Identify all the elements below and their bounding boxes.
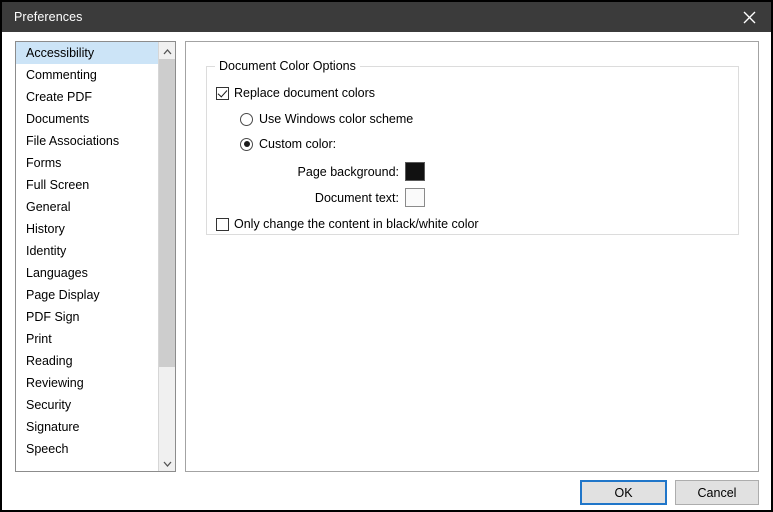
scroll-up-button[interactable] [159,42,175,59]
black-white-only-row[interactable]: Only change the content in black/white c… [216,217,479,231]
settings-panel: Document Color Options Replace document … [185,41,759,472]
black-white-only-checkbox[interactable] [216,217,229,231]
sidebar-scrollbar[interactable] [158,42,175,471]
sidebar-item-file-associations[interactable]: File Associations [16,130,158,152]
title-bar: Preferences [2,2,771,32]
category-list-area: Accessibility Commenting Create PDF Docu… [16,42,158,471]
page-background-color-swatch[interactable] [405,162,425,181]
sidebar-item-signature[interactable]: Signature [16,416,158,438]
sidebar-item-languages[interactable]: Languages [16,262,158,284]
use-windows-color-scheme-label: Use Windows color scheme [259,112,414,126]
preferences-dialog: Preferences Accessibility Commenting Cre… [0,0,773,512]
dialog-footer: OK Cancel [2,472,771,510]
replace-document-colors-label: Replace document colors [234,86,376,100]
sidebar-item-print[interactable]: Print [16,328,158,350]
document-color-options-group: Document Color Options Replace document … [206,59,739,235]
close-icon [743,11,756,24]
black-white-only-label: Only change the content in black/white c… [234,217,479,231]
page-background-row: Page background: [255,162,425,181]
use-windows-color-scheme-row[interactable]: Use Windows color scheme [240,112,413,126]
sidebar-item-security[interactable]: Security [16,394,158,416]
custom-color-label: Custom color: [259,137,337,151]
sidebar-item-pdf-sign[interactable]: PDF Sign [16,306,158,328]
custom-color-row[interactable]: Custom color: [240,137,336,151]
preferences-category-list[interactable]: Accessibility Commenting Create PDF Docu… [15,41,176,472]
sidebar-item-page-display[interactable]: Page Display [16,284,158,306]
group-title: Document Color Options [215,59,360,73]
sidebar-item-full-screen[interactable]: Full Screen [16,174,158,196]
sidebar-item-documents[interactable]: Documents [16,108,158,130]
sidebar-item-identity[interactable]: Identity [16,240,158,262]
sidebar-item-general[interactable]: General [16,196,158,218]
sidebar-item-forms[interactable]: Forms [16,152,158,174]
document-text-row: Document text: [255,188,425,207]
sidebar-item-speech[interactable]: Speech [16,438,158,460]
use-windows-color-scheme-radio[interactable] [240,112,253,126]
sidebar-item-reading[interactable]: Reading [16,350,158,372]
custom-color-radio[interactable] [240,137,253,151]
replace-document-colors-checkbox[interactable] [216,86,229,100]
window-title: Preferences [14,10,83,24]
close-button[interactable] [727,2,771,32]
sidebar-item-history[interactable]: History [16,218,158,240]
scrollbar-thumb[interactable] [159,59,175,367]
replace-document-colors-row[interactable]: Replace document colors [216,86,375,100]
ok-button[interactable]: OK [580,480,667,505]
chevron-down-icon [163,456,172,470]
cancel-button[interactable]: Cancel [675,480,759,505]
dialog-body: Accessibility Commenting Create PDF Docu… [2,32,771,510]
sidebar-item-reviewing[interactable]: Reviewing [16,372,158,394]
sidebar-item-accessibility[interactable]: Accessibility [16,42,158,64]
chevron-up-icon [163,44,172,58]
sidebar-item-create-pdf[interactable]: Create PDF [16,86,158,108]
scroll-down-button[interactable] [159,454,175,471]
page-background-label: Page background: [297,164,399,179]
sidebar-item-commenting[interactable]: Commenting [16,64,158,86]
document-text-label: Document text: [314,190,399,205]
document-text-color-swatch[interactable] [405,188,425,207]
